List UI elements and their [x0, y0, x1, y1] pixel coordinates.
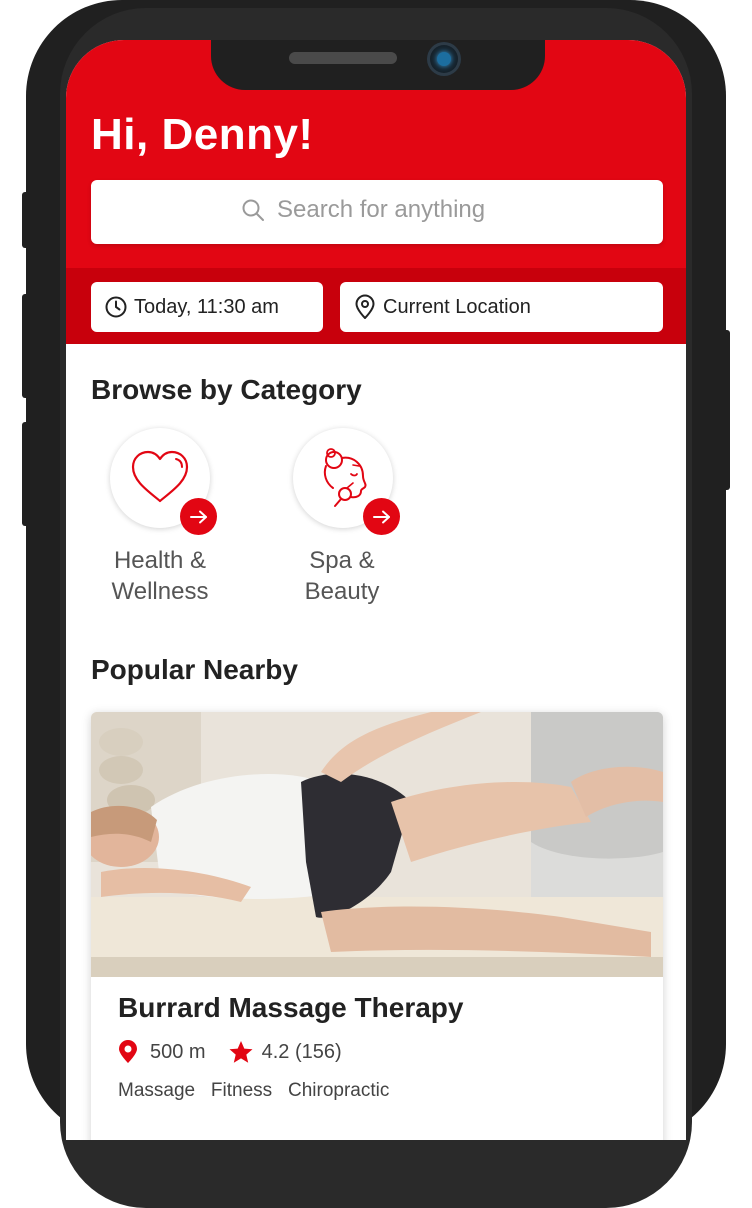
clock-icon	[105, 296, 127, 318]
app-screen: Hi, Denny! Search for anything Today, 11…	[66, 40, 686, 1140]
category-health-wellness[interactable]	[110, 428, 217, 535]
category-arrow-button[interactable]	[180, 498, 217, 535]
category-label-line2: Wellness	[111, 578, 209, 605]
front-camera	[427, 42, 461, 76]
time-filter-label: Today, 11:30 am	[134, 295, 279, 318]
listing-meta: 500 m 4.2 (156)	[118, 1040, 342, 1064]
popular-nearby-title: Popular Nearby	[91, 654, 298, 685]
star-icon	[229, 1041, 253, 1063]
massage-therapy-photo	[91, 712, 663, 977]
location-pin-icon	[355, 294, 375, 319]
search-input[interactable]: Search for anything	[91, 180, 663, 244]
listing-distance: 500 m	[150, 1040, 206, 1063]
category-label: Spa & Beauty	[262, 545, 422, 607]
greeting-title: Hi, Denny!	[91, 110, 314, 159]
category-label-line2: Beauty	[304, 578, 380, 605]
location-filter-label: Current Location	[383, 295, 531, 318]
phone-notch	[211, 40, 545, 90]
listing-card[interactable]: Burrard Massage Therapy 500 m 4.2 (156) …	[91, 712, 663, 1140]
category-arrow-button[interactable]	[363, 498, 400, 535]
category-label-line1: Health &	[113, 547, 207, 574]
search-placeholder: Search for anything	[277, 196, 486, 223]
time-filter-button[interactable]: Today, 11:30 am	[91, 282, 323, 332]
speaker-grille	[289, 52, 397, 64]
listing-rating: 4.2 (156)	[261, 1040, 342, 1063]
arrow-right-icon	[372, 510, 390, 523]
search-icon	[242, 199, 264, 221]
arrow-right-icon	[189, 510, 207, 523]
category-label: Health & Wellness	[80, 545, 240, 607]
listing-title: Burrard Massage Therapy	[118, 992, 464, 1023]
browse-category-title: Browse by Category	[91, 374, 362, 405]
listing-tags: Massage Fitness Chiropractic	[118, 1080, 390, 1101]
location-pin-icon	[119, 1040, 137, 1063]
location-filter-button[interactable]: Current Location	[340, 282, 663, 332]
category-label-line1: Spa &	[309, 547, 375, 574]
category-spa-beauty[interactable]	[293, 428, 400, 535]
